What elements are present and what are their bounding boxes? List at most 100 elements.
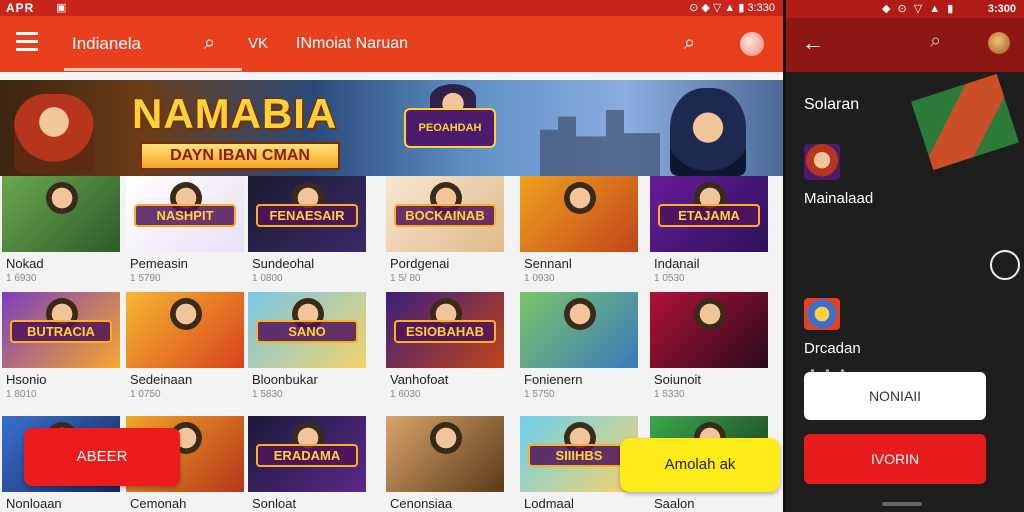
game-thumbnail[interactable] <box>126 292 244 368</box>
search-icon[interactable]: ⌕ <box>930 30 941 53</box>
game-title[interactable]: Saalon <box>654 496 694 511</box>
game-tile[interactable]: BUTRACIA Hsonio 1 8010 <box>2 292 126 412</box>
game-logo: ETAJAMA <box>658 204 760 227</box>
game-logo: ESIOBAHAB <box>394 320 496 343</box>
game-title[interactable]: Sundeohal <box>252 256 314 271</box>
item-thumbnail[interactable] <box>804 144 840 180</box>
home-indicator[interactable] <box>882 502 922 506</box>
status-icons-secondary: ◆ ⊙ ▽ ▲ ▮ <box>882 3 956 15</box>
game-thumbnail[interactable] <box>520 176 638 252</box>
notification-icon: ▣ <box>56 2 67 14</box>
search-icon-secondary[interactable]: ⌕ <box>684 32 695 55</box>
radio-button[interactable] <box>990 250 1020 280</box>
tab-second[interactable]: INmoiat Naruan <box>296 35 408 53</box>
game-meta: 1 8010 <box>6 389 37 400</box>
game-thumbnail[interactable]: BOCKAINAB <box>386 176 504 252</box>
primary-action-button[interactable]: ABEER <box>24 428 180 486</box>
game-title[interactable]: Lodmaal <box>524 496 574 511</box>
item-label[interactable]: Mainalaad <box>804 190 873 207</box>
avatar[interactable] <box>740 32 764 56</box>
game-tile[interactable]: ETAJAMA Indanail 1 0530 <box>650 176 774 296</box>
section-title: Solaran <box>804 96 860 113</box>
app-bar-secondary: ← ⌕ <box>786 18 1024 72</box>
game-tile[interactable]: FENAESAIR Sundeohal 1 0800 <box>248 176 372 296</box>
confirm-button[interactable]: IVORIN <box>804 434 986 484</box>
game-title[interactable]: Sedeinaan <box>130 372 192 387</box>
game-title[interactable]: Soiunoit <box>654 372 701 387</box>
hero-banner[interactable]: NAMABIA DAYN IBAN CMAN PEOAHDAH <box>0 80 783 176</box>
game-meta: 1 5830 <box>252 389 283 400</box>
game-logo: ERADAMA <box>256 444 358 467</box>
app-bar: Indianela ⌕ VK INmoiat Naruan ⌕ <box>0 16 783 72</box>
game-tile[interactable]: SANO Bloonbukar 1 5830 <box>248 292 372 412</box>
game-meta: 1 0530 <box>654 273 685 284</box>
game-thumbnail[interactable] <box>2 176 120 252</box>
game-title[interactable]: Cemonah <box>130 496 186 511</box>
game-character-image <box>694 298 726 330</box>
game-tile[interactable]: BOCKAINAB Pordgenai 1 5/ 80 <box>386 176 510 296</box>
avatar[interactable] <box>988 32 1010 54</box>
item-thumbnail-secondary[interactable] <box>804 298 840 330</box>
game-thumbnail[interactable]: BUTRACIA <box>2 292 120 368</box>
status-time: APR <box>6 1 35 15</box>
main-screen: APR ▣ ⊙ ◆ ▽ ▲ ▮ 3:330 Indianela ⌕ VK INm… <box>0 0 783 512</box>
game-title[interactable]: Sonloat <box>252 496 296 511</box>
game-thumbnail[interactable] <box>386 416 504 492</box>
tab-vk[interactable]: VK <box>248 35 268 52</box>
game-title[interactable]: Bloonbukar <box>252 372 318 387</box>
game-thumbnail[interactable]: NASHPIT <box>126 176 244 252</box>
game-title[interactable]: Cenonsiaa <box>390 496 452 511</box>
banner-hero-right-image <box>670 88 746 176</box>
banner-title: NAMABIA <box>132 90 338 137</box>
game-tile[interactable]: ESIOBAHAB Vanhofoat 1 6030 <box>386 292 510 412</box>
game-tile[interactable]: Nokad 1 6930 <box>2 176 126 296</box>
game-thumbnail[interactable]: ESIOBAHAB <box>386 292 504 368</box>
banner-castle-image <box>540 110 660 176</box>
menu-icon[interactable] <box>16 32 38 52</box>
game-thumbnail[interactable]: ERADAMA <box>248 416 366 492</box>
game-logo: NASHPIT <box>134 204 236 227</box>
game-title[interactable]: Hsonio <box>6 372 46 387</box>
game-tile[interactable]: ERADAMA Sonloat <box>248 416 372 512</box>
game-meta: 1 0800 <box>252 273 283 284</box>
game-title[interactable]: Sennanl <box>524 256 572 271</box>
game-meta: 1 5/ 80 <box>390 273 421 284</box>
secondary-action-button[interactable]: Amolah ak <box>620 438 780 492</box>
game-tile[interactable]: Fonienern 1 5750 <box>520 292 644 412</box>
status-time-secondary: 3:300 <box>987 3 1016 15</box>
item-label-secondary[interactable]: Drcadan <box>804 340 861 357</box>
game-logo: BOCKAINAB <box>394 204 496 227</box>
game-logo: SANO <box>256 320 358 343</box>
game-title[interactable]: Pemeasin <box>130 256 188 271</box>
game-tile[interactable]: NASHPIT Pemeasin 1 5790 <box>126 176 250 296</box>
game-meta: 1 0750 <box>130 389 161 400</box>
game-title[interactable]: Fonienern <box>524 372 583 387</box>
game-title[interactable]: Nonloaan <box>6 496 62 511</box>
game-tile[interactable]: Sennanl 1 0930 <box>520 176 644 296</box>
game-thumbnail[interactable]: ETAJAMA <box>650 176 768 252</box>
secondary-button[interactable]: NONIAII <box>804 372 986 420</box>
tab-home[interactable]: Indianela <box>72 34 141 54</box>
game-title[interactable]: Vanhofoat <box>390 372 448 387</box>
status-bar: APR ▣ ⊙ ◆ ▽ ▲ ▮ 3:330 <box>0 0 783 16</box>
banner-hero-left-image <box>14 94 94 174</box>
search-icon[interactable]: ⌕ <box>204 32 215 55</box>
game-thumbnail[interactable] <box>650 292 768 368</box>
game-title[interactable]: Indanail <box>654 256 700 271</box>
game-thumbnail[interactable]: SANO <box>248 292 366 368</box>
tab-indicator <box>64 68 242 71</box>
game-logo: BUTRACIA <box>10 320 112 343</box>
game-tile[interactable]: Soiunoit 1 5330 <box>650 292 774 412</box>
game-meta: 1 5790 <box>130 273 161 284</box>
game-thumbnail[interactable]: FENAESAIR <box>248 176 366 252</box>
game-thumbnail[interactable] <box>520 292 638 368</box>
back-arrow-icon[interactable]: ← <box>802 30 824 56</box>
game-logo: FENAESAIR <box>256 204 358 227</box>
game-tile[interactable]: Sedeinaan 1 0750 <box>126 292 250 412</box>
game-title[interactable]: Pordgenai <box>390 256 449 271</box>
game-meta: 1 0930 <box>524 273 555 284</box>
game-meta: 1 6930 <box>6 273 37 284</box>
game-title[interactable]: Nokad <box>6 256 44 271</box>
game-tile[interactable]: Cenonsiaa <box>386 416 510 512</box>
game-meta: 1 5750 <box>524 389 555 400</box>
